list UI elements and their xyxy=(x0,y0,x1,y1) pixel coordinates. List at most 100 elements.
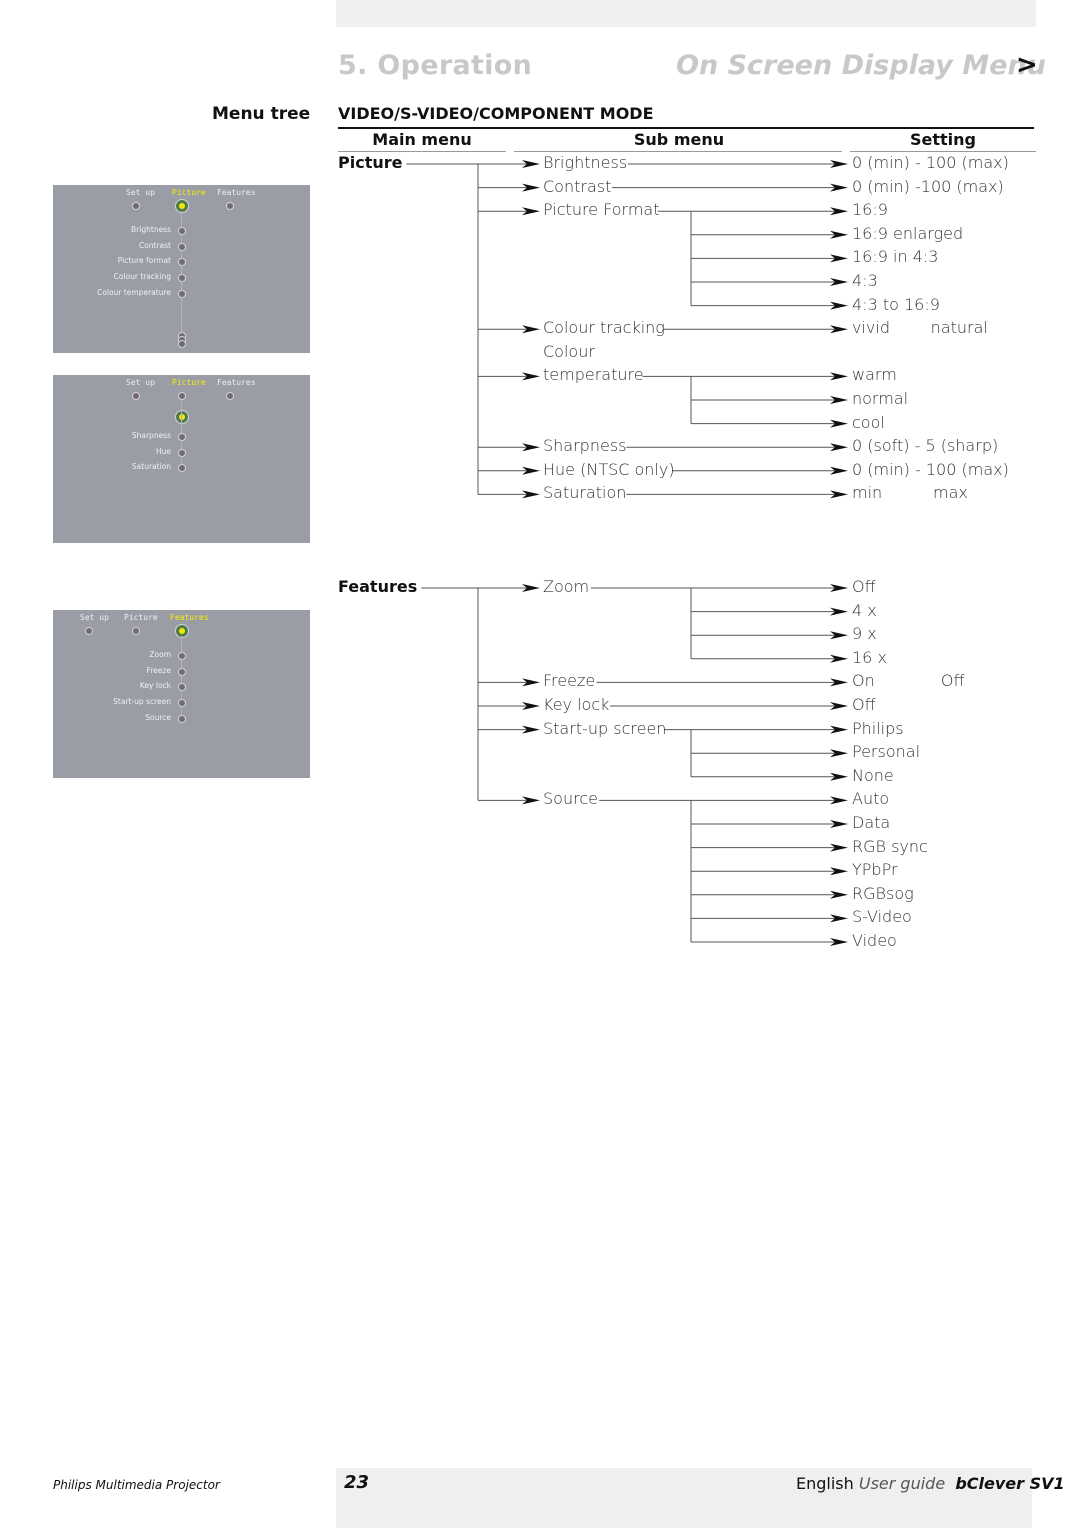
osd-item-dot xyxy=(178,227,186,235)
submenu-contrast: Contrast xyxy=(543,176,612,196)
osd-tab-set-up: Set up xyxy=(80,613,109,622)
osd-item-dot xyxy=(178,683,186,692)
submenu-saturation: Saturation xyxy=(543,483,627,503)
osd-tab-picture: Picture xyxy=(172,378,206,387)
submenu-temperature: temperature xyxy=(543,365,644,385)
osd-item-label: Freeze xyxy=(146,665,171,675)
setting-value: 0 (min) - 100 (max) xyxy=(852,459,1009,479)
setting-value: RGB sync xyxy=(852,836,928,856)
osd-tab-picture: Picture xyxy=(172,188,206,197)
osd-tab-dot xyxy=(132,202,140,210)
setting-value: Auto xyxy=(852,789,890,809)
osd-item-label: Brightness xyxy=(131,225,171,234)
setting-value: S-Video xyxy=(852,907,912,927)
setting-value: normal xyxy=(852,389,909,408)
osd-tab-set-up: Set up xyxy=(126,378,155,387)
submenu-source: Source xyxy=(543,789,598,809)
osd-selected-indicator xyxy=(175,624,189,638)
osd-item-label: Hue xyxy=(155,446,171,456)
setting-value: 4:3 xyxy=(852,271,878,290)
footer-language: English xyxy=(796,1474,854,1493)
submenu-sharpness: Sharpness xyxy=(543,436,627,456)
setting-value: RGBsog xyxy=(852,883,914,903)
osd-item-dot xyxy=(178,714,186,723)
setting-value: None xyxy=(852,765,894,785)
footer-guide-label: User guide xyxy=(858,1474,946,1493)
osd-panel: Set up Picture Features Brightness Contrast P… xyxy=(53,185,310,353)
osd-item-dot xyxy=(178,274,186,283)
setting-value: cool xyxy=(852,412,885,432)
setting-value: Personal xyxy=(852,742,921,762)
osd-item-label: Sharpness xyxy=(131,431,171,440)
setting-value: 0 (min) -100 (max) xyxy=(852,176,1004,196)
osd-item-dot xyxy=(178,289,186,298)
setting-value: 9 x xyxy=(852,624,877,644)
setting-value: warm xyxy=(852,365,897,385)
osd-item-dot xyxy=(178,258,186,267)
setting-value: Data xyxy=(852,813,891,832)
submenu-colour-tracking: Colour tracking xyxy=(543,318,665,338)
submenu-key-lock: Key lock xyxy=(543,695,610,714)
page-number: 23 xyxy=(344,1472,370,1493)
osd-selected-indicator xyxy=(175,199,189,213)
osd-tab-features: Features xyxy=(217,378,256,387)
setting-value: 0 (soft) - 5 (sharp) xyxy=(852,436,999,456)
osd-item-label: Picture format xyxy=(117,256,171,266)
setting-value: 16:9 in 4:3 xyxy=(852,247,939,267)
setting-value: YPbPr xyxy=(852,860,898,880)
osd-item-label: Contrast xyxy=(138,240,171,250)
osd-more-indicator-icon xyxy=(178,340,186,348)
main-menu-picture: Picture xyxy=(338,153,403,172)
osd-selected-indicator xyxy=(175,410,189,424)
setting-value: Off xyxy=(852,577,876,596)
setting-value: 4:3 to 16:9 xyxy=(852,294,940,314)
osd-item-label: Start-up screen xyxy=(113,697,171,707)
setting-value: min max xyxy=(852,483,968,503)
submenu-start-up-screen: Start-up screen xyxy=(543,718,667,738)
osd-item-dot xyxy=(178,652,186,660)
setting-value: 16:9 xyxy=(852,200,888,220)
osd-item-label: Saturation xyxy=(131,462,171,472)
setting-value: 0 (min) - 100 (max) xyxy=(852,153,1009,172)
setting-value: Off xyxy=(852,695,876,714)
footer-model: bClever SV1 xyxy=(955,1474,1065,1493)
submenu-freeze: Freeze xyxy=(543,671,596,691)
osd-item-label: Source xyxy=(145,712,171,722)
osd-panel: Set up Picture Features Sharpness Hue Saturat… xyxy=(53,375,310,543)
osd-item-dot xyxy=(178,667,186,676)
osd-tab-dot xyxy=(85,627,93,635)
osd-tab-set-up: Set up xyxy=(126,188,155,197)
osd-item-dot xyxy=(178,242,186,251)
submenu-brightness: Brightness xyxy=(543,153,628,172)
setting-value: Philips xyxy=(852,718,904,738)
setting-value: 16 x xyxy=(852,647,887,667)
osd-item-label: Colour temperature xyxy=(97,287,171,297)
osd-item-dot xyxy=(178,448,186,457)
osd-item-label: Key lock xyxy=(139,681,171,691)
osd-tab-dot xyxy=(226,392,234,400)
osd-panel: Set up Picture Features Zoom Freeze Key lock S… xyxy=(53,610,310,778)
osd-item-dot xyxy=(178,433,186,441)
submenu-hue-ntsc-only: Hue (NTSC only) xyxy=(543,459,675,479)
setting-value: On Off xyxy=(852,671,965,691)
osd-tab-dot xyxy=(132,627,140,635)
footer-product: Philips Multimedia Projector xyxy=(53,1478,220,1492)
osd-tab-picture: Picture xyxy=(124,613,158,622)
osd-tab-features: Features xyxy=(170,613,209,622)
submenu-picture-format: Picture Format xyxy=(543,200,660,220)
setting-value: vivid natural xyxy=(852,318,988,338)
setting-value: Video xyxy=(852,931,897,950)
setting-value: 16:9 enlarged xyxy=(852,223,964,243)
footer-guide: English User guide bClever SV1 xyxy=(796,1474,1065,1493)
osd-tab-dot xyxy=(132,392,140,400)
osd-item-dot xyxy=(178,464,186,473)
osd-item-label: Colour tracking xyxy=(113,272,171,282)
main-menu-features: Features xyxy=(338,577,418,596)
osd-tab-features: Features xyxy=(217,188,256,197)
osd-tab-dot xyxy=(226,202,234,210)
osd-tab-dot xyxy=(178,392,186,400)
submenu-zoom: Zoom xyxy=(543,577,590,596)
osd-item-dot xyxy=(178,699,186,708)
submenu-label-line: Colour xyxy=(543,341,595,361)
setting-value: 4 x xyxy=(852,600,877,620)
